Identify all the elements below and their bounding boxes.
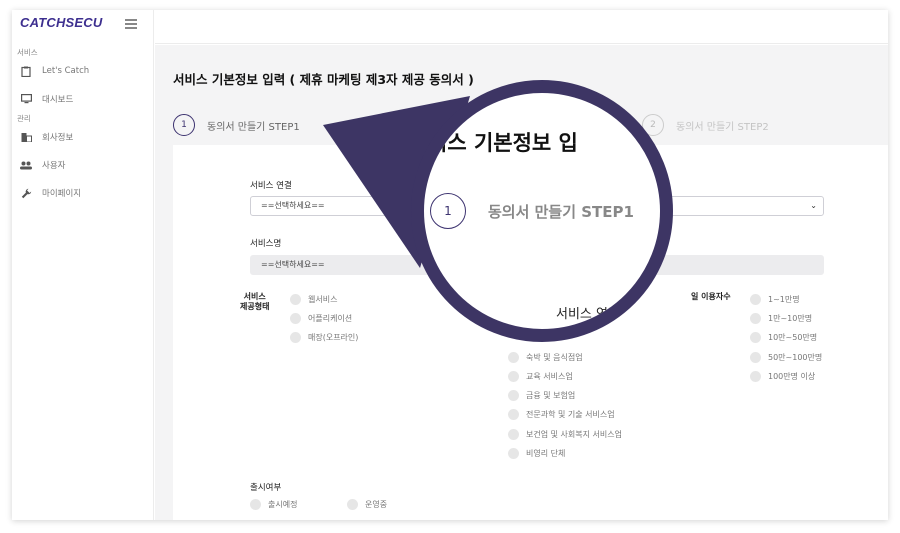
- sidebar-item-label: 대시보드: [42, 95, 74, 105]
- radio-offline-store[interactable]: 매장(오프라인): [290, 332, 358, 343]
- radio-label: 10만~50만명: [768, 333, 818, 342]
- radio-label: 전문과학 및 기술 서비스업: [526, 410, 615, 419]
- radio-dot: [508, 352, 519, 363]
- radio-dot: [508, 390, 519, 401]
- sidebar-section-service: 서비스: [17, 48, 38, 57]
- radio-dot: [750, 352, 761, 363]
- sidebar-item-label: 마이페이지: [42, 189, 82, 199]
- sidebar-item-label: 사용자: [42, 161, 66, 171]
- radio-industry-education[interactable]: 교육 서비스업: [508, 371, 573, 382]
- sidebar-item-mypage[interactable]: 마이페이지: [20, 185, 150, 201]
- sidebar: CATCHSECU 서비스 Let's Catch 대시보드 관리 회사정보 사…: [12, 10, 154, 520]
- radio-label: 금융 및 보험업: [526, 391, 576, 400]
- radio-label: 교육 서비스업: [526, 372, 573, 381]
- radio-dot: [750, 371, 761, 382]
- radio-dot: [750, 294, 761, 305]
- step-label: 동의서 만들기 STEP1: [207, 121, 300, 133]
- daily-users-label: 일 이용자수: [691, 292, 731, 301]
- service-type-label-line1: 서비스: [243, 292, 266, 301]
- radio-users-4[interactable]: 50만~100만명: [750, 352, 822, 363]
- service-name-label: 서비스명: [250, 239, 282, 249]
- menu-toggle-icon[interactable]: [125, 19, 137, 29]
- logo[interactable]: CATCHSECU: [20, 15, 102, 30]
- radio-dot: [750, 313, 761, 324]
- wrench-icon: [20, 187, 32, 199]
- radio-dot: [290, 294, 301, 305]
- sidebar-section-admin: 관리: [17, 114, 31, 123]
- radio-dot: [347, 499, 358, 510]
- radio-industry-science[interactable]: 전문과학 및 기술 서비스업: [508, 409, 615, 420]
- form-card: 서비스 연결 ==선택하세요== ⌄ 서비스명 ==선택하세요== 서비스 제공…: [173, 145, 888, 520]
- radio-industry-nonprofit[interactable]: 비영리 단체: [508, 448, 565, 459]
- building-icon: [20, 131, 32, 143]
- service-link-label: 서비스 연결: [250, 181, 292, 191]
- radio-label: 웹서비스: [308, 295, 338, 304]
- radio-label: 100만명 이상: [768, 372, 816, 381]
- radio-dot: [508, 448, 519, 459]
- radio-industry-lodging[interactable]: 숙박 및 음식점업: [508, 352, 583, 363]
- users-icon: [20, 159, 32, 171]
- sidebar-item-users[interactable]: 사용자: [20, 157, 150, 173]
- service-type-label-line2: 제공형태: [240, 302, 270, 311]
- step-number: 2: [642, 114, 664, 136]
- radio-label: 1만~10만명: [768, 314, 813, 323]
- radio-dot: [508, 429, 519, 440]
- service-type-label: 서비스 제공형태: [240, 292, 269, 312]
- radio-web-service[interactable]: 웹서비스: [290, 294, 337, 305]
- service-name-select[interactable]: ==선택하세요==: [250, 255, 824, 275]
- service-link-select[interactable]: ==선택하세요== ⌄: [250, 196, 824, 216]
- top-bar: [155, 10, 888, 44]
- radio-users-1[interactable]: 1~1만명: [750, 294, 800, 305]
- radio-label: 50만~100만명: [768, 353, 823, 362]
- radio-release-operating[interactable]: 운영중: [347, 499, 387, 510]
- step-number: 1: [173, 114, 195, 136]
- radio-label: 숙박 및 음식점업: [526, 353, 583, 362]
- step-2-indicator: 2 동의서 만들기 STEP2: [642, 114, 769, 136]
- clipboard-icon: [20, 65, 32, 77]
- sidebar-item-label: 회사정보: [42, 133, 74, 143]
- sidebar-item-company[interactable]: 회사정보: [20, 129, 150, 145]
- service-link-value: ==선택하세요==: [261, 201, 325, 210]
- sidebar-item-dashboard[interactable]: 대시보드: [20, 91, 150, 107]
- radio-dot: [750, 332, 761, 343]
- radio-dot: [250, 499, 261, 510]
- radio-dot: [290, 313, 301, 324]
- sidebar-item-lets-catch[interactable]: Let's Catch: [20, 63, 150, 79]
- radio-label: 운영중: [365, 500, 388, 509]
- app-window: CATCHSECU 서비스 Let's Catch 대시보드 관리 회사정보 사…: [12, 10, 888, 520]
- radio-release-planned[interactable]: 출시예정: [250, 499, 297, 510]
- radio-users-2[interactable]: 1만~10만명: [750, 313, 812, 324]
- sidebar-item-label: Let's Catch: [42, 66, 90, 76]
- release-label: 출시여부: [250, 483, 282, 493]
- radio-industry-health[interactable]: 보건업 및 사회복지 서비스업: [508, 429, 622, 440]
- radio-label: 보건업 및 사회복지 서비스업: [526, 430, 622, 439]
- radio-dot: [508, 409, 519, 420]
- radio-users-3[interactable]: 10만~50만명: [750, 332, 817, 343]
- radio-label: 비영리 단체: [526, 449, 566, 458]
- radio-label: 1~1만명: [768, 295, 800, 304]
- step-1-indicator: 1 동의서 만들기 STEP1: [173, 114, 300, 136]
- radio-label: 출시예정: [268, 500, 298, 509]
- radio-users-5[interactable]: 100만명 이상: [750, 371, 815, 382]
- radio-label: 매장(오프라인): [308, 333, 359, 342]
- radio-dot: [508, 371, 519, 382]
- radio-application[interactable]: 어플리케이션: [290, 313, 352, 324]
- service-name-value: ==선택하세요==: [261, 260, 325, 269]
- monitor-icon: [20, 93, 32, 105]
- chevron-down-icon: ⌄: [810, 201, 817, 210]
- radio-industry-finance[interactable]: 금융 및 보험업: [508, 390, 575, 401]
- radio-label: 어플리케이션: [308, 314, 353, 323]
- main-content: 서비스 기본정보 입력 ( 제휴 마케팅 제3자 제공 동의서 ) 1 동의서 …: [155, 45, 888, 520]
- step-label: 동의서 만들기 STEP2: [676, 121, 769, 133]
- page-title: 서비스 기본정보 입력 ( 제휴 마케팅 제3자 제공 동의서 ): [173, 72, 474, 87]
- radio-dot: [290, 332, 301, 343]
